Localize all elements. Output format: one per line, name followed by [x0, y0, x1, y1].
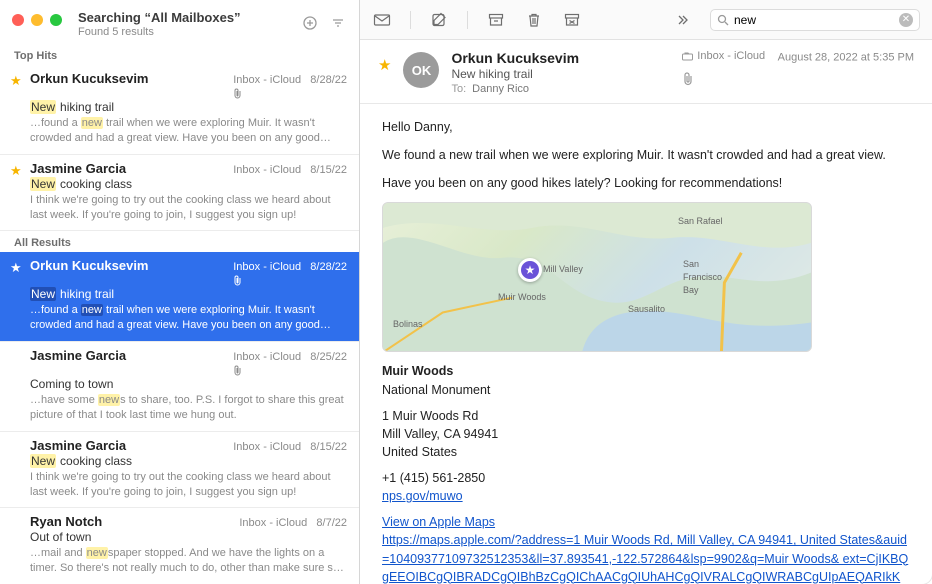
- list-subject: Out of town: [30, 530, 347, 544]
- window-title: Searching “All Mailboxes”: [78, 10, 291, 25]
- list-meta: Inbox - iCloud 8/25/22: [233, 351, 347, 376]
- map-attachment[interactable]: San Rafael Mill Valley Muir Woods Sausal…: [382, 202, 812, 352]
- list-preview: …mail and newspaper stopped. And we have…: [30, 546, 347, 576]
- message-header: ★ OK Orkun Kucuksevim New hiking trail T…: [360, 40, 932, 104]
- message-list-item[interactable]: Jasmine Garcia Inbox - iCloud 8/25/22Comi…: [0, 342, 359, 432]
- map-label: Bolinas: [393, 318, 423, 331]
- more-icon[interactable]: [672, 10, 692, 30]
- map-label: Muir Woods: [498, 291, 546, 304]
- list-sender: Orkun Kucuksevim: [30, 71, 149, 86]
- list-sender: Jasmine Garcia: [30, 348, 126, 363]
- message-list-item[interactable]: ★ Jasmine Garcia Inbox - iCloud 8/15/22New…: [0, 155, 359, 232]
- clear-search-button[interactable]: ✕: [899, 13, 913, 27]
- list-sender: Jasmine Garcia: [30, 438, 126, 453]
- list-subject: New cooking class: [30, 454, 347, 468]
- new-conversation-icon[interactable]: [301, 14, 319, 32]
- message-body: Hello Danny, We found a new trail when w…: [360, 104, 932, 584]
- body-paragraph: Have you been on any good hikes lately? …: [382, 174, 910, 192]
- body-paragraph: We found a new trail when we were explor…: [382, 146, 910, 164]
- list-subject: Coming to town: [30, 377, 347, 391]
- attachment-icon[interactable]: [682, 72, 914, 86]
- place-address: United States: [382, 443, 910, 461]
- message-to: To:Danny Rico: [451, 83, 670, 95]
- list-sender: Ryan Notch: [30, 514, 102, 529]
- message-from: Orkun Kucuksevim: [451, 50, 670, 66]
- list-meta: Inbox - iCloud 8/7/22: [239, 517, 347, 529]
- maps-url-link[interactable]: https://maps.apple.com/?address=1 Muir W…: [382, 533, 908, 584]
- zoom-window-button[interactable]: [50, 14, 62, 26]
- close-window-button[interactable]: [12, 14, 24, 26]
- junk-icon[interactable]: [562, 10, 582, 30]
- search-field[interactable]: ✕: [710, 9, 920, 31]
- list-subject: New hiking trail: [30, 100, 347, 114]
- star-icon: ★: [10, 73, 22, 89]
- section-all-results: All Results: [0, 231, 359, 252]
- place-name: Muir Woods: [382, 362, 910, 380]
- map-label: Sausalito: [628, 303, 665, 316]
- message-view-pane: ✕ ★ OK Orkun Kucuksevim New hiking trail…: [360, 0, 932, 584]
- message-list-item[interactable]: ★ Orkun Kucuksevim Inbox - iCloud 8/28/22N…: [0, 252, 359, 342]
- list-sender: Jasmine Garcia: [30, 161, 126, 176]
- list-preview: …have some news to share, too. P.S. I fo…: [30, 393, 347, 423]
- list-preview: …found a new trail when we were explorin…: [30, 303, 347, 333]
- message-mailbox[interactable]: Inbox - iCloud: [682, 50, 765, 62]
- trash-icon[interactable]: [524, 10, 544, 30]
- minimize-window-button[interactable]: [31, 14, 43, 26]
- star-icon: ★: [10, 163, 22, 179]
- map-label: San Rafael: [678, 215, 723, 228]
- message-date: August 28, 2022 at 5:35 PM: [778, 52, 914, 64]
- place-website-link[interactable]: nps.gov/muwo: [382, 489, 463, 503]
- reply-icon[interactable]: [372, 10, 392, 30]
- list-subject: New cooking class: [30, 177, 347, 191]
- archive-icon[interactable]: [486, 10, 506, 30]
- list-preview: I think we're going to try out the cooki…: [30, 193, 347, 223]
- list-meta: Inbox - iCloud 8/28/22: [233, 261, 347, 286]
- list-preview: …found a new trail when we were explorin…: [30, 116, 347, 146]
- place-card: Muir Woods National Monument 1 Muir Wood…: [382, 362, 910, 584]
- message-list-item[interactable]: Ryan Notch Inbox - iCloud 8/7/22Out of to…: [0, 508, 359, 584]
- list-subject: New hiking trail: [30, 287, 347, 301]
- star-icon: ★: [10, 260, 22, 276]
- search-icon: [717, 14, 729, 26]
- search-input[interactable]: [734, 13, 894, 27]
- place-address: 1 Muir Woods Rd: [382, 407, 910, 425]
- filter-icon[interactable]: [329, 14, 347, 32]
- message-flag-icon[interactable]: ★: [378, 56, 391, 95]
- window-controls: [12, 14, 62, 26]
- map-label: San Francisco Bay: [683, 258, 733, 297]
- message-list-item[interactable]: ★ Orkun Kucuksevim Inbox - iCloud 8/28/22N…: [0, 65, 359, 155]
- toolbar: ✕: [360, 0, 932, 40]
- place-category: National Monument: [382, 381, 910, 399]
- message-list-item[interactable]: Jasmine Garcia Inbox - iCloud 8/15/22New …: [0, 432, 359, 509]
- list-meta: Inbox - iCloud 8/15/22: [233, 164, 347, 176]
- message-list-pane: Searching “All Mailboxes” Found 5 result…: [0, 0, 360, 584]
- section-top-hits: Top Hits: [0, 44, 359, 65]
- compose-icon[interactable]: [429, 10, 449, 30]
- window-subtitle: Found 5 results: [78, 26, 291, 38]
- map-label: Mill Valley: [543, 263, 583, 276]
- window-titlebar: Searching “All Mailboxes” Found 5 result…: [0, 0, 359, 44]
- place-address: Mill Valley, CA 94941: [382, 425, 910, 443]
- place-phone: +1 (415) 561-2850: [382, 469, 910, 487]
- sender-avatar[interactable]: OK: [403, 52, 439, 88]
- list-meta: Inbox - iCloud 8/28/22: [233, 74, 347, 99]
- list-preview: I think we're going to try out the cooki…: [30, 470, 347, 500]
- list-meta: Inbox - iCloud 8/15/22: [233, 441, 347, 453]
- list-sender: Orkun Kucuksevim: [30, 258, 149, 273]
- message-subject: New hiking trail: [451, 67, 670, 81]
- view-on-maps-link[interactable]: View on Apple Maps: [382, 515, 495, 529]
- body-paragraph: Hello Danny,: [382, 118, 910, 136]
